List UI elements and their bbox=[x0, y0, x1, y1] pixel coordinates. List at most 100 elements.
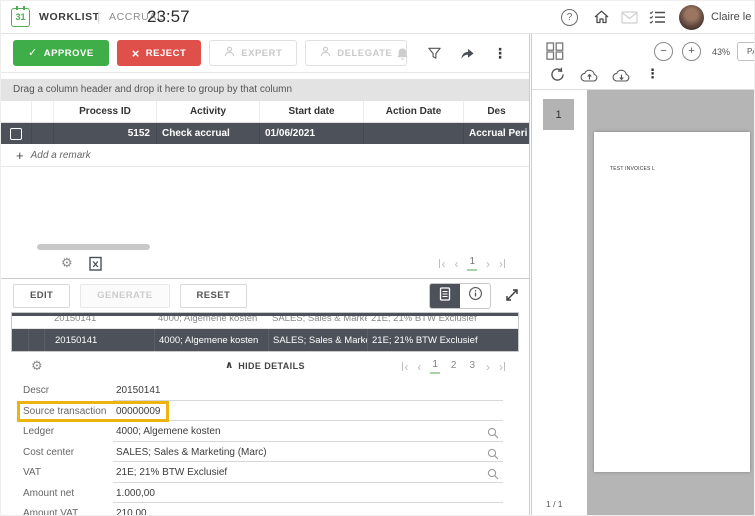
table-row-selected[interactable]: 5152 Check accrual 01/06/2021 Accrual Pe… bbox=[1, 123, 529, 144]
horizontal-scrollbar bbox=[1, 244, 529, 251]
field-label: Amount VAT bbox=[23, 508, 78, 516]
cell-process-id: 5152 bbox=[53, 123, 156, 144]
next-page-button[interactable]: › bbox=[486, 258, 490, 270]
thumbnails-grid-icon[interactable] bbox=[546, 42, 564, 65]
cell-action-date bbox=[363, 123, 463, 144]
user-name[interactable]: Claire le Bl bbox=[711, 11, 755, 23]
prev-page-button[interactable]: ‹ bbox=[454, 258, 458, 270]
field-label: Descr bbox=[23, 385, 49, 396]
generate-button[interactable]: GENERATE bbox=[80, 284, 169, 308]
preview-kebab-menu-icon[interactable]: ⋮ bbox=[646, 66, 659, 82]
detail-panel: EDIT GENERATE RESET bbox=[1, 278, 529, 516]
field-value[interactable]: 20150141 bbox=[116, 385, 161, 396]
column-process-id[interactable]: Process ID bbox=[53, 101, 156, 122]
field-value[interactable]: 21E; 21% BTW Exclusief bbox=[116, 467, 227, 478]
page-mode-button[interactable]: PAGE bbox=[737, 42, 755, 61]
preview-body: 1 1 / 1 TEST INVOICES L bbox=[532, 89, 755, 516]
cell-start-date: 01/06/2021 bbox=[259, 123, 363, 144]
info-view-button[interactable] bbox=[460, 284, 490, 308]
field-value[interactable]: 00000009 bbox=[116, 406, 161, 417]
document-page: TEST INVOICES L bbox=[594, 132, 750, 472]
home-icon[interactable] bbox=[593, 9, 610, 30]
forward-icon[interactable] bbox=[459, 46, 476, 61]
export-excel-icon[interactable] bbox=[89, 256, 102, 276]
refresh-icon[interactable] bbox=[549, 66, 566, 83]
field-value[interactable]: 210,00 bbox=[116, 508, 147, 516]
column-start-date[interactable]: Start date bbox=[259, 101, 363, 122]
cell-activity: Check accrual bbox=[156, 123, 259, 144]
document-viewer[interactable]: TEST INVOICES L bbox=[587, 90, 755, 516]
filter-icon[interactable] bbox=[427, 46, 442, 61]
last-page-button[interactable]: › bbox=[499, 361, 505, 373]
page-number-3[interactable]: 3 bbox=[467, 360, 477, 373]
task-list-icon[interactable] bbox=[649, 10, 666, 30]
reset-button[interactable]: RESET bbox=[180, 284, 248, 308]
column-description[interactable]: Des bbox=[463, 101, 529, 122]
help-icon[interactable]: ? bbox=[561, 9, 578, 26]
chevron-up-icon: ∧ bbox=[225, 360, 233, 371]
top-header: 31 WORKLIST | ACCRUAL 23:57 ? Claire le … bbox=[1, 1, 755, 34]
field-label: VAT bbox=[23, 467, 41, 478]
prev-page-button[interactable]: ‹ bbox=[417, 361, 421, 373]
page-thumbnail[interactable]: 1 bbox=[543, 99, 574, 130]
first-page-button[interactable]: ‹ bbox=[439, 258, 445, 270]
kebab-menu-icon[interactable]: ⋮ bbox=[493, 45, 507, 62]
field-value[interactable]: 4000; Algemene kosten bbox=[116, 426, 221, 437]
zoom-level: 43% bbox=[712, 47, 730, 57]
approve-button[interactable]: ✓ APPROVE bbox=[13, 40, 109, 66]
title-separator: | bbox=[97, 9, 100, 24]
row-checkbox[interactable] bbox=[10, 128, 22, 140]
app-title: WORKLIST bbox=[39, 11, 100, 23]
document-preview-panel: − + 43% PAGE ⋮ 1 1 / 1 bbox=[531, 34, 755, 516]
column-activity[interactable]: Activity bbox=[156, 101, 259, 122]
field-value[interactable]: 1.000,00 bbox=[116, 488, 155, 499]
reject-button[interactable]: × REJECT bbox=[117, 40, 202, 66]
cloud-upload-icon[interactable] bbox=[579, 68, 600, 83]
cell-cost-center: SALES; Sales & Marketing (Marc) bbox=[268, 329, 367, 351]
table-row-clipped[interactable]: 20150141 4000; Algemene kosten SALES; Sa… bbox=[12, 316, 518, 329]
delegate-button[interactable]: DELEGATE bbox=[305, 40, 407, 66]
search-icon[interactable] bbox=[487, 426, 499, 444]
thumbnail-sidebar: 1 1 / 1 bbox=[532, 90, 587, 516]
document-view-button[interactable] bbox=[430, 284, 460, 308]
field-vat: VAT 21E; 21% BTW Exclusief bbox=[1, 463, 529, 484]
logo-day: 31 bbox=[15, 12, 25, 22]
search-icon[interactable] bbox=[487, 467, 499, 485]
cell-vat: 21E; 21% BTW Exclusief bbox=[367, 329, 518, 351]
expert-button[interactable]: EXPERT bbox=[209, 40, 297, 66]
grid-header-row: Process ID Activity Start date Action Da… bbox=[1, 101, 529, 123]
zoom-out-button[interactable]: − bbox=[654, 42, 673, 61]
search-icon[interactable] bbox=[487, 447, 499, 465]
header-checkbox-column bbox=[1, 101, 31, 122]
add-remark-label: Add a remark bbox=[31, 150, 91, 161]
field-value[interactable]: SALES; Sales & Marketing (Marc) bbox=[116, 447, 267, 458]
page-number-1[interactable]: 1 bbox=[430, 359, 440, 374]
cloud-download-icon[interactable] bbox=[611, 68, 632, 83]
cell-description: Accrual Peri bbox=[463, 123, 529, 144]
worklist-panel: ✓ APPROVE × REJECT EXPERT DELEGATE bbox=[1, 34, 530, 516]
bell-icon[interactable] bbox=[395, 46, 410, 62]
field-cost-center: Cost center SALES; Sales & Marketing (Ma… bbox=[1, 443, 529, 464]
edit-button[interactable]: EDIT bbox=[13, 284, 70, 308]
scrollbar-thumb[interactable] bbox=[37, 244, 150, 250]
page-number-2[interactable]: 2 bbox=[449, 360, 459, 373]
last-page-button[interactable]: › bbox=[499, 258, 505, 270]
page-number-current[interactable]: 1 bbox=[467, 256, 477, 271]
close-icon: × bbox=[132, 47, 140, 60]
expert-label: EXPERT bbox=[241, 48, 282, 59]
user-avatar[interactable] bbox=[679, 5, 704, 30]
expand-icon[interactable] bbox=[504, 287, 520, 308]
detail-pagination: ‹ ‹ 1 2 3 › › bbox=[402, 359, 505, 374]
zoom-in-button[interactable]: + bbox=[682, 42, 701, 61]
page-indicator: 1 / 1 bbox=[546, 499, 563, 509]
table-row-selected-line[interactable]: 20150141 4000; Algemene kosten SALES; Sa… bbox=[12, 329, 518, 351]
column-action-date[interactable]: Action Date bbox=[363, 101, 463, 122]
group-by-band: Drag a column header and drop it here to… bbox=[1, 79, 529, 101]
mail-icon[interactable] bbox=[621, 11, 638, 29]
field-label: Amount net bbox=[23, 488, 74, 499]
next-page-button[interactable]: › bbox=[486, 361, 490, 373]
grid-settings-gear-icon[interactable]: ⚙ bbox=[61, 255, 73, 271]
field-label: Cost center bbox=[23, 447, 74, 458]
add-remark-link[interactable]: + Add a remark bbox=[1, 144, 529, 167]
first-page-button[interactable]: ‹ bbox=[402, 361, 408, 373]
